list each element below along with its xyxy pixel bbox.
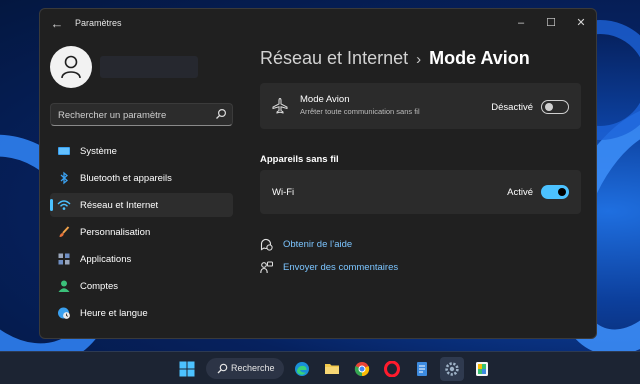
opera-icon[interactable] xyxy=(380,357,404,381)
sidebar-item-systeme[interactable]: Système xyxy=(50,139,233,163)
file-explorer-icon[interactable] xyxy=(320,357,344,381)
help-icon xyxy=(260,238,273,251)
airplane-mode-state: Désactivé xyxy=(491,102,533,113)
sidebar-item-label: Heure et langue xyxy=(80,308,148,319)
edge-logo-icon xyxy=(295,362,309,376)
wifi-label: Wi-Fi xyxy=(272,187,295,198)
close-button[interactable]: ✕ xyxy=(572,14,590,32)
settings-window: ← Paramètres – ☐ ✕ Système xyxy=(39,8,597,339)
sidebar-item-reseau[interactable]: Réseau et Internet xyxy=(50,193,233,217)
window-title: Paramètres xyxy=(75,18,122,28)
wifi-state: Activé xyxy=(507,187,533,198)
sidebar-item-label: Personnalisation xyxy=(80,227,151,238)
maximize-button[interactable]: ☐ xyxy=(542,14,560,32)
sidebar-item-label: Bluetooth et appareils xyxy=(80,173,172,184)
notepad-logo-icon xyxy=(417,362,427,376)
feedback-icon xyxy=(260,261,273,274)
search-icon[interactable] xyxy=(215,108,227,120)
paint-logo-icon xyxy=(476,362,488,376)
display-icon xyxy=(58,147,70,155)
globe-clock-icon xyxy=(58,307,70,319)
sidebar-item-label: Comptes xyxy=(80,281,119,292)
folder-icon xyxy=(325,364,339,374)
wifi-card: Wi-Fi Activé xyxy=(260,170,581,214)
gear-icon xyxy=(445,362,459,376)
title-bar: ← Paramètres – ☐ ✕ xyxy=(40,9,596,39)
wireless-section-title: Appareils sans fil xyxy=(260,154,339,165)
wifi-icon xyxy=(57,200,71,210)
notepad-icon[interactable] xyxy=(410,357,434,381)
sidebar-item-personnalisation[interactable]: Personnalisation xyxy=(50,220,233,244)
search-icon xyxy=(217,363,228,374)
taskbar: Recherche xyxy=(0,351,640,384)
bluetooth-icon xyxy=(60,171,68,185)
sidebar-item-comptes[interactable]: Comptes xyxy=(50,274,233,298)
breadcrumb: Réseau et Internet › Mode Avion xyxy=(260,48,530,69)
wifi-toggle[interactable] xyxy=(541,185,569,199)
settings-search[interactable] xyxy=(50,103,233,126)
airplane-icon xyxy=(272,97,288,114)
toggle-knob xyxy=(558,188,566,196)
person-icon xyxy=(58,280,70,292)
sidebar-item-label: Réseau et Internet xyxy=(80,200,159,211)
taskbar-search[interactable]: Recherche xyxy=(206,358,284,379)
sidebar-item-label: Système xyxy=(80,146,117,157)
paint-icon[interactable] xyxy=(470,357,494,381)
settings-icon[interactable] xyxy=(440,357,464,381)
sidebar-item-heure-langue[interactable]: Heure et langue xyxy=(50,301,233,325)
chrome-icon[interactable] xyxy=(350,357,374,381)
airplane-mode-description: Arrêter toute communication sans fil xyxy=(300,107,420,116)
windows-logo-icon xyxy=(179,361,195,377)
search-input[interactable] xyxy=(58,108,208,122)
sidebar-item-bluetooth[interactable]: Bluetooth et appareils xyxy=(50,166,233,190)
back-arrow-icon[interactable]: ← xyxy=(49,17,65,31)
taskbar-search-label: Recherche xyxy=(231,363,275,373)
sidebar-nav: Système Bluetooth et appareils Réseau et… xyxy=(50,139,233,328)
start-icon[interactable] xyxy=(175,357,199,381)
avatar[interactable] xyxy=(50,46,92,88)
opera-logo-icon xyxy=(384,361,400,377)
breadcrumb-separator: › xyxy=(416,51,422,68)
toggle-knob xyxy=(545,103,553,111)
apps-icon xyxy=(58,253,70,265)
airplane-mode-title: Mode Avion xyxy=(300,94,350,105)
sidebar-item-label: Applications xyxy=(80,254,132,265)
breadcrumb-parent[interactable]: Réseau et Internet xyxy=(260,48,408,68)
chrome-logo-icon xyxy=(354,362,370,377)
airplane-mode-card: Mode Avion Arrêter toute communication s… xyxy=(260,83,581,129)
page-title: Mode Avion xyxy=(429,48,530,68)
user-name-redacted xyxy=(100,56,198,78)
brush-icon xyxy=(59,226,70,237)
get-help-label[interactable]: Obtenir de l’aide xyxy=(283,239,352,250)
feedback-label[interactable]: Envoyer des commentaires xyxy=(283,262,398,273)
airplane-mode-toggle[interactable] xyxy=(541,100,569,114)
edge-icon[interactable] xyxy=(290,357,314,381)
person-icon xyxy=(61,55,81,79)
minimize-button[interactable]: – xyxy=(512,14,530,32)
sidebar-item-applications[interactable]: Applications xyxy=(50,247,233,271)
